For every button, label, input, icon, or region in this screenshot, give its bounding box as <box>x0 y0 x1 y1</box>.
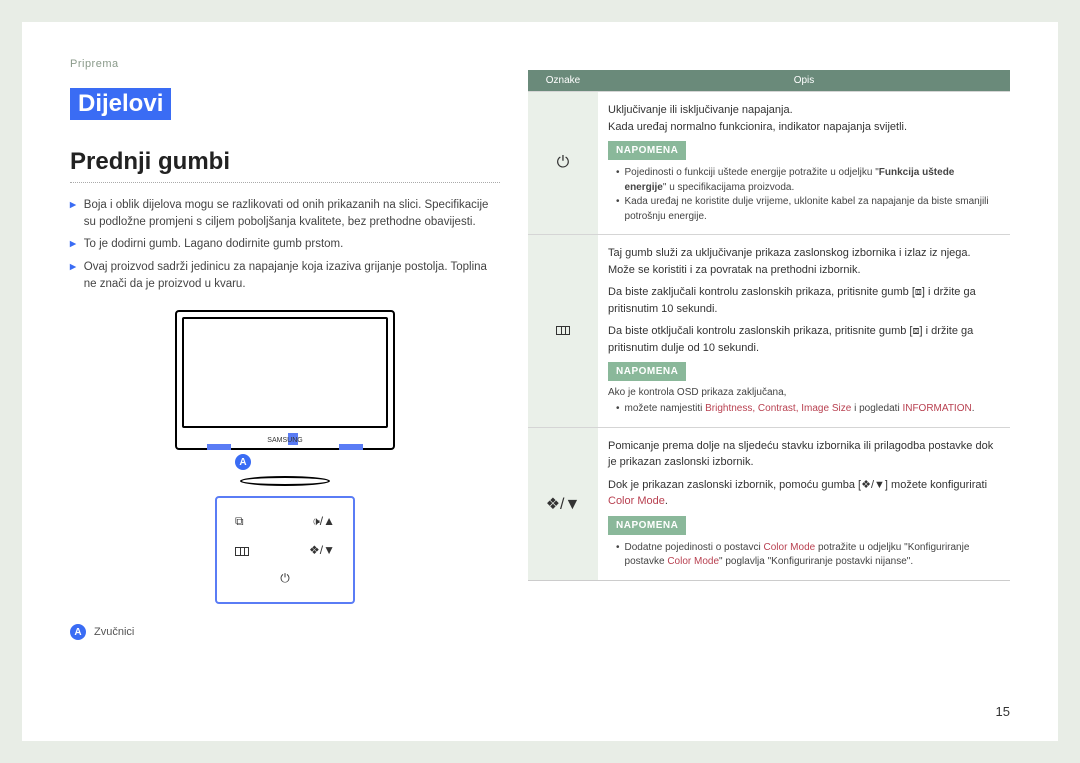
note-tag: NAPOMENA <box>608 362 686 381</box>
power-icon: ⏻ <box>280 571 290 586</box>
desc-text: Da biste zaključali kontrolu zaslonskih … <box>608 284 998 317</box>
bullet-icon: ▸ <box>70 236 76 253</box>
note-item: Kada uređaj ne koristite dulje vrijeme, … <box>616 195 998 224</box>
button-description-table: Oznake Opis ⏻ Uključivanje ili isključiv… <box>528 70 1010 581</box>
power-icon: ⏻ <box>528 92 598 234</box>
speaker-right <box>339 444 363 450</box>
th-label: Oznake <box>528 70 598 91</box>
desc-text: Da biste otključali kontrolu zaslonskih … <box>608 323 998 356</box>
note-tag: NAPOMENA <box>608 141 686 160</box>
th-desc: Opis <box>598 70 1010 91</box>
breadcrumb: Priprema <box>70 58 1010 70</box>
section-title: Dijelovi <box>70 88 171 120</box>
page-number: 15 <box>996 704 1010 719</box>
note-tag: NAPOMENA <box>608 516 686 535</box>
menu-icon <box>528 235 598 427</box>
bullet-icon: ▸ <box>70 197 76 230</box>
table-row: ⏻ Uključivanje ili isključivanje napajan… <box>528 91 1010 234</box>
note-item: možete namjestiti Brightness, Contrast, … <box>616 402 998 417</box>
note-plain: Ako je kontrola OSD prikaza zaključana, <box>608 385 998 400</box>
intro-bullet-list: ▸Boja i oblik dijelova mogu se razlikova… <box>70 197 500 292</box>
callout-badge-a: A <box>235 454 251 470</box>
desc-text: Uključivanje ili isključivanje napajanja… <box>608 102 998 119</box>
bullet-text: Ovaj proizvod sadrži jedinicu za napajan… <box>84 259 500 292</box>
nav-updown-icon: ❖/▼ <box>528 428 598 580</box>
table-header: Oznake Opis <box>528 70 1010 91</box>
table-row: Taj gumb služi za uključivanje prikaza z… <box>528 234 1010 427</box>
legend-badge-a: A <box>70 624 86 640</box>
legend: A Zvučnici <box>70 624 500 640</box>
bullet-icon: ▸ <box>70 259 76 292</box>
brand-label: SAMSUNG <box>267 437 302 444</box>
desc-text: Pomicanje prema dolje na sljedeću stavku… <box>608 438 998 471</box>
bullet-text: Boja i oblik dijelova mogu se razlikovat… <box>84 197 500 230</box>
button-panel: ⧉ 🕩/▲ ❖/▼ ⏻ <box>215 496 355 604</box>
legend-label: Zvučnici <box>94 626 134 638</box>
volume-up-icon: 🕩/▲ <box>312 514 335 529</box>
note-item: Dodatne pojedinosti o postavci Color Mod… <box>616 541 998 570</box>
right-column: Oznake Opis ⏻ Uključivanje ili isključiv… <box>528 70 1010 640</box>
table-row: ❖/▼ Pomicanje prema dolje na sljedeću st… <box>528 427 1010 580</box>
speaker-left <box>207 444 231 450</box>
desc-text: Kada uređaj normalno funkcionira, indika… <box>608 119 998 136</box>
subsection-title: Prednji gumbi <box>70 148 500 176</box>
source-icon: ⧉ <box>235 514 244 529</box>
monitor-stand <box>240 476 330 486</box>
nav-down-icon: ❖/▼ <box>309 543 335 557</box>
desc-text: Taj gumb služi za uključivanje prikaza z… <box>608 245 998 278</box>
manual-page: Priprema Dijelovi Prednji gumbi ▸Boja i … <box>22 22 1058 741</box>
monitor-outline: SAMSUNG <box>175 310 395 450</box>
desc-text: Dok je prikazan zaslonski izbornik, pomo… <box>608 477 998 510</box>
left-column: Dijelovi Prednji gumbi ▸Boja i oblik dij… <box>70 70 500 640</box>
note-item: Pojedinosti o funkciji uštede energije p… <box>616 166 998 195</box>
monitor-diagram: SAMSUNG A ⧉ 🕩/▲ ❖/▼ ⏻ <box>70 310 500 604</box>
menu-icon <box>235 543 249 557</box>
bullet-text: To je dodirni gumb. Lagano dodirnite gum… <box>84 236 344 253</box>
divider <box>70 182 500 183</box>
